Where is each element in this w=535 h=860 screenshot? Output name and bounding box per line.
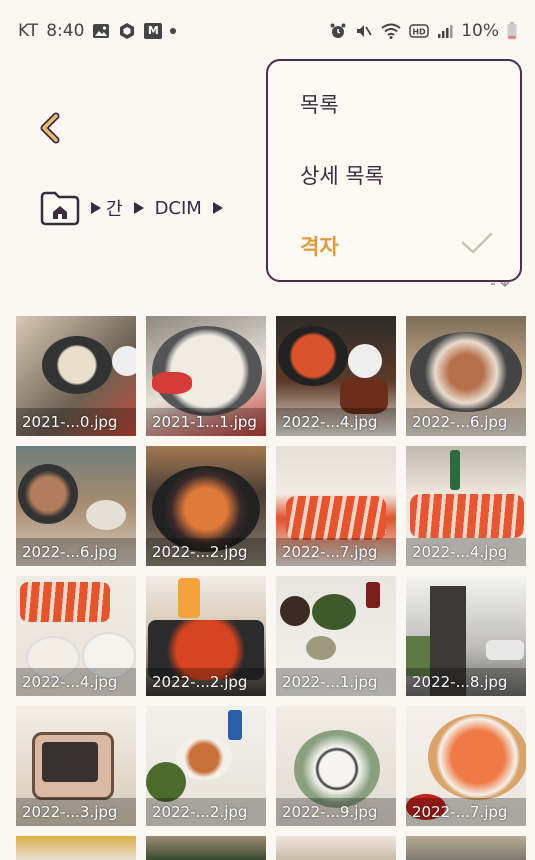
file-name: 2022-...3.jpg (16, 798, 136, 826)
file-name: 2022-...1.jpg (276, 668, 396, 696)
file-name: 2021-...0.jpg (16, 408, 136, 436)
file-thumbnail[interactable]: 2022-...4.jpg (406, 446, 526, 566)
menu-item-list[interactable]: 목록 (300, 89, 339, 119)
home-folder-icon (40, 191, 80, 226)
file-name: 2022-...4.jpg (276, 408, 396, 436)
status-bar: KT 8:40 M HD 10% (0, 0, 535, 62)
status-left: KT 8:40 M (18, 21, 177, 41)
file-thumbnail[interactable]: 2022-...3.jpg (16, 706, 136, 826)
file-name: 2022-...4.jpg (406, 538, 526, 566)
signal-icon (437, 24, 453, 38)
clock: 8:40 (46, 21, 85, 41)
breadcrumb-arrow-icon (133, 202, 144, 214)
battery-percent: 10% (461, 21, 499, 41)
file-thumbnail[interactable]: 2022-...7.jpg (406, 706, 526, 826)
file-grid-next-row (16, 836, 528, 860)
image-icon (92, 23, 110, 39)
file-name: 2022-...7.jpg (406, 798, 526, 826)
breadcrumb-partial[interactable]: 간 (106, 195, 123, 221)
file-thumbnail[interactable]: 2022-...8.jpg (406, 576, 526, 696)
file-name: 2022-...2.jpg (146, 798, 266, 826)
file-name: 2022-...8.jpg (406, 668, 526, 696)
hd-icon: HD (409, 24, 429, 38)
file-name: 2022-...7.jpg (276, 538, 396, 566)
file-thumbnail[interactable]: 2022-...6.jpg (16, 446, 136, 566)
file-thumbnail[interactable]: 2022-...1.jpg (276, 576, 396, 696)
svg-text:HD: HD (413, 28, 427, 37)
file-name: 2022-...9.jpg (276, 798, 396, 826)
breadcrumb-folder-dcim[interactable]: DCIM (155, 198, 202, 219)
carrier-label: KT (18, 21, 39, 41)
m-icon: M (144, 23, 163, 39)
cube-icon (118, 22, 136, 40)
menu-item-detailed-list[interactable]: 상세 목록 (300, 160, 384, 190)
file-thumbnail[interactable]: 2022-...4.jpg (16, 576, 136, 696)
file-thumbnail[interactable]: 2022-...9.jpg (276, 706, 396, 826)
file-thumbnail[interactable]: 2021-1...1.jpg (146, 316, 266, 436)
dot-icon (170, 28, 177, 34)
mute-icon (355, 22, 373, 40)
file-name: 2021-1...1.jpg (146, 408, 266, 436)
alarm-icon (329, 22, 347, 40)
home-folder-button[interactable] (40, 190, 80, 226)
file-name: 2022-...2.jpg (146, 538, 266, 566)
breadcrumb-arrow-icon (212, 202, 223, 214)
file-name: 2022-...2.jpg (146, 668, 266, 696)
view-mode-menu: 목록 상세 목록 격자 (266, 59, 522, 282)
file-name: 2022-...6.jpg (16, 538, 136, 566)
file-thumbnail[interactable]: 2021-...0.jpg (16, 316, 136, 436)
breadcrumb: 간 DCIM (40, 190, 224, 226)
file-thumbnail[interactable]: 2022-...6.jpg (406, 316, 526, 436)
file-thumbnail[interactable]: 2022-...4.jpg (276, 316, 396, 436)
file-grid: 2021-...0.jpg 2021-1...1.jpg 2022-...4.j… (16, 316, 528, 826)
file-thumbnail[interactable]: 2022-...7.jpg (276, 446, 396, 566)
back-button[interactable] (34, 110, 70, 146)
breadcrumb-arrow-icon (91, 202, 101, 214)
file-thumbnail[interactable] (146, 836, 266, 860)
file-thumbnail[interactable]: 2022-...2.jpg (146, 576, 266, 696)
file-thumbnail[interactable] (16, 836, 136, 860)
file-thumbnail[interactable] (276, 836, 396, 860)
file-thumbnail[interactable]: 2022-...2.jpg (146, 706, 266, 826)
menu-item-grid[interactable]: 격자 (300, 231, 339, 261)
check-icon (461, 232, 493, 254)
status-right: HD 10% (329, 21, 517, 41)
file-name: 2022-...4.jpg (16, 668, 136, 696)
battery-icon (507, 22, 517, 40)
file-name: 2022-...6.jpg (406, 408, 526, 436)
file-thumbnail[interactable] (406, 836, 526, 860)
chevron-left-icon (40, 112, 60, 144)
file-thumbnail[interactable]: 2022-...2.jpg (146, 446, 266, 566)
wifi-icon (381, 23, 401, 39)
